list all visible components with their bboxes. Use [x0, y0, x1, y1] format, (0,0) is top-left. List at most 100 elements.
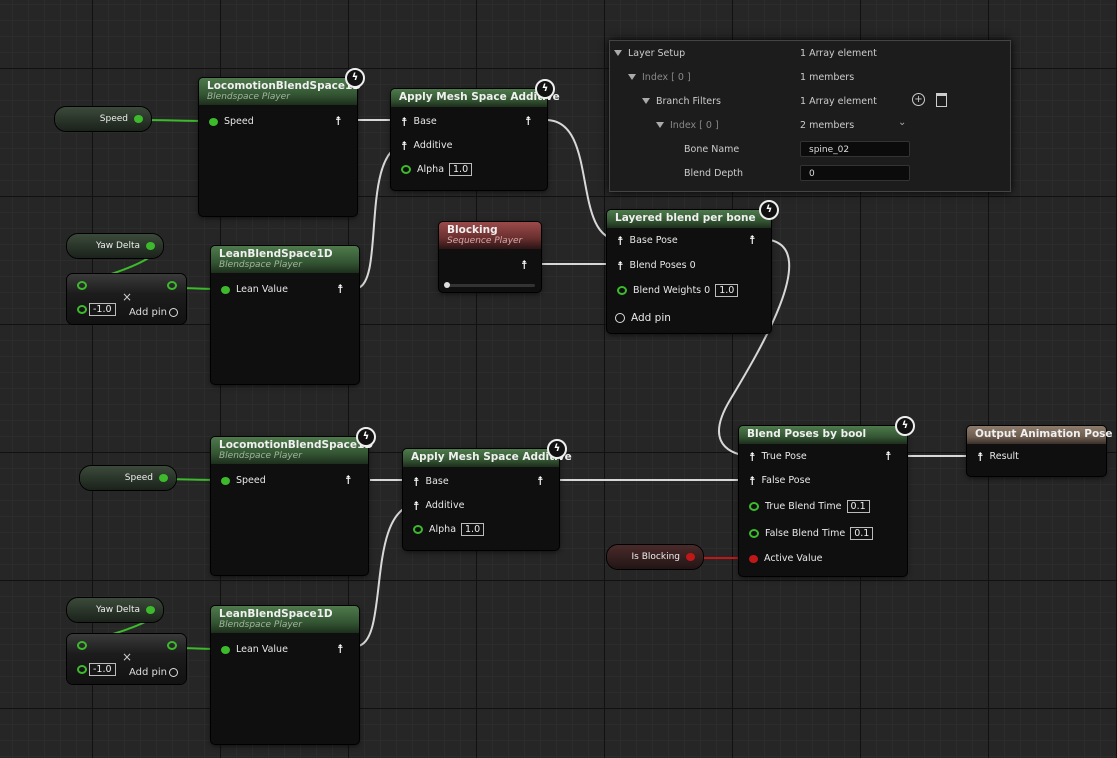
- float-pin-icon[interactable]: [159, 474, 168, 482]
- alpha-value-box[interactable]: 1.0: [449, 163, 473, 176]
- float-pin-icon[interactable]: [617, 286, 627, 295]
- pose-input-pin-icon[interactable]: ☨: [749, 475, 756, 487]
- float-pin-icon[interactable]: [209, 117, 218, 126]
- pose-output-pin-icon[interactable]: ☨: [525, 115, 532, 127]
- node-subtitle: Blendspace Player: [219, 260, 302, 270]
- lean-blendspace-node-2[interactable]: LeanBlendSpace1D Blendspace Player Lean V…: [211, 606, 359, 744]
- add-pin-icon[interactable]: [615, 313, 625, 323]
- input-pin-icon[interactable]: [77, 305, 87, 314]
- node-title: LeanBlendSpace1D: [219, 248, 333, 260]
- yaw-delta-variable-node[interactable]: Yaw Delta: [67, 234, 163, 258]
- pose-output-pin-icon[interactable]: ☨: [345, 474, 352, 486]
- details-row-layer-setup[interactable]: Layer Setup 1 Array element: [610, 41, 1010, 65]
- expand-arrow-icon[interactable]: [628, 73, 636, 80]
- pose-output-pin-icon[interactable]: ☨: [337, 643, 344, 655]
- pose-output-pin-icon[interactable]: ☨: [885, 450, 892, 462]
- bool-pin-icon[interactable]: [749, 554, 758, 563]
- playback-handle[interactable]: [444, 282, 450, 288]
- expand-arrow-icon[interactable]: [656, 121, 664, 128]
- pose-output-pin-icon[interactable]: ☨: [537, 475, 544, 487]
- details-row-index0-nested[interactable]: Index [ 0 ] 2 members ⌄: [610, 113, 1010, 137]
- multiply-node[interactable]: × -1.0 Add pin: [67, 274, 186, 324]
- input-pin-icon[interactable]: [77, 641, 87, 650]
- details-row-index0[interactable]: Index [ 0 ] 1 members: [610, 65, 1010, 89]
- pose-output-pin-icon[interactable]: ☨: [749, 234, 756, 246]
- close-x-icon[interactable]: ×: [122, 290, 132, 304]
- output-animation-pose-node[interactable]: Output Animation Pose ☨ Result: [967, 426, 1113, 476]
- add-pin-icon[interactable]: [169, 308, 178, 317]
- bool-pin-icon[interactable]: [686, 553, 695, 561]
- locomotion-blendspace-node[interactable]: LocomotionBlendSpace1D Blendspace Player …: [199, 68, 365, 216]
- pose-input-pin-icon[interactable]: ☨: [413, 500, 420, 512]
- expand-arrow-icon[interactable]: [642, 97, 650, 104]
- node-subtitle: Blendspace Player: [207, 92, 290, 102]
- lean-blendspace-node[interactable]: LeanBlendSpace1D Blendspace Player Lean V…: [211, 246, 359, 384]
- details-row-branch-filters[interactable]: Branch Filters 1 Array element +: [610, 89, 1010, 113]
- blocking-sequence-player-node[interactable]: Blocking Sequence Player ☨: [439, 222, 541, 292]
- true-blend-time-label: True Blend Time: [765, 501, 842, 512]
- false-blend-time-box[interactable]: 0.1: [850, 527, 874, 540]
- blend-poses-by-bool-node[interactable]: Blend Poses by bool ϟ ☨ True Pose ☨ ☨ Fals…: [739, 416, 915, 576]
- add-element-icon[interactable]: +: [912, 93, 925, 106]
- pose-output-pin-icon[interactable]: ☨: [337, 283, 344, 295]
- float-pin-icon[interactable]: [146, 242, 155, 250]
- multiply-value-box[interactable]: -1.0: [89, 663, 116, 676]
- float-pin-icon[interactable]: [146, 606, 155, 614]
- close-x-icon[interactable]: ×: [122, 650, 132, 664]
- pose-input-pin-icon[interactable]: ☨: [749, 451, 756, 463]
- is-blocking-variable-node[interactable]: Is Blocking: [607, 545, 703, 569]
- add-pin-label[interactable]: Add pin: [129, 307, 167, 318]
- expand-arrow-icon[interactable]: [614, 49, 622, 56]
- blend-depth-label: Blend Depth: [684, 167, 744, 179]
- node-subtitle: Blendspace Player: [219, 451, 302, 461]
- apply-mesh-space-additive-node-2[interactable]: Apply Mesh Space Additive ϟ ☨ Base ☨ ☨ Add…: [403, 439, 572, 550]
- speed-variable-node[interactable]: Speed: [55, 107, 151, 131]
- pose-output-pin-icon[interactable]: ☨: [335, 115, 342, 127]
- add-pin-icon[interactable]: [169, 668, 178, 677]
- multiply-node-2[interactable]: × -1.0 Add pin: [67, 634, 186, 684]
- bone-name-input[interactable]: spine_02: [800, 141, 910, 157]
- pose-input-pin-icon[interactable]: ☨: [617, 260, 624, 272]
- var-label: Is Blocking: [631, 552, 680, 562]
- node-title: Apply Mesh Space Additive: [411, 451, 572, 463]
- alpha-value-box[interactable]: 1.0: [461, 523, 485, 536]
- multiply-value-box[interactable]: -1.0: [89, 303, 116, 316]
- input-pin-icon[interactable]: [77, 281, 87, 290]
- add-pin-label[interactable]: Add pin: [631, 312, 671, 324]
- float-pin-icon[interactable]: [221, 285, 230, 294]
- pose-output-pin-icon[interactable]: ☨: [521, 259, 528, 271]
- fast-path-bolt-icon: ϟ: [759, 200, 779, 220]
- float-pin-icon[interactable]: [221, 476, 230, 485]
- yaw-delta-variable-node-2[interactable]: Yaw Delta: [67, 598, 163, 622]
- blend-weights-value-box[interactable]: 1.0: [715, 284, 739, 297]
- float-pin-icon[interactable]: [221, 645, 230, 654]
- float-pin-icon[interactable]: [749, 502, 759, 511]
- pose-input-pin-icon[interactable]: ☨: [401, 116, 408, 128]
- blend-depth-input[interactable]: 0: [800, 165, 910, 181]
- lean-value-pin-label: Lean Value: [236, 644, 288, 655]
- true-blend-time-box[interactable]: 0.1: [846, 500, 870, 513]
- input-pin-icon[interactable]: [77, 665, 87, 674]
- branch-filters-value: 1 Array element: [800, 95, 877, 107]
- output-pin-icon[interactable]: [167, 281, 177, 290]
- var-label: Speed: [99, 114, 128, 124]
- pose-input-pin-icon[interactable]: ☨: [617, 235, 624, 247]
- pose-input-pin-icon[interactable]: ☨: [413, 476, 420, 488]
- add-pin-label[interactable]: Add pin: [129, 667, 167, 678]
- locomotion-blendspace-node-2[interactable]: LocomotionBlendSpace1D Blendspace Player …: [211, 427, 376, 575]
- layered-blend-per-bone-node[interactable]: Layered blend per bone ϟ ☨ Base Pose ☨ ☨ B…: [607, 200, 779, 333]
- apply-mesh-space-additive-node[interactable]: Apply Mesh Space Additive ϟ ☨ Base ☨ ☨ Add…: [391, 79, 560, 190]
- node-title: Output Animation Pose: [975, 428, 1113, 440]
- speed-variable-node-2[interactable]: Speed: [80, 466, 176, 490]
- pose-input-pin-icon[interactable]: ☨: [401, 140, 408, 152]
- chevron-down-icon[interactable]: ⌄: [898, 117, 906, 128]
- float-pin-icon[interactable]: [134, 115, 143, 123]
- output-pin-icon[interactable]: [167, 641, 177, 650]
- node-title: LeanBlendSpace1D: [219, 608, 333, 620]
- float-pin-icon[interactable]: [749, 529, 759, 538]
- fast-path-bolt-icon: ϟ: [895, 416, 915, 436]
- delete-trash-icon[interactable]: [936, 93, 947, 107]
- float-pin-icon[interactable]: [401, 165, 411, 174]
- float-pin-icon[interactable]: [413, 525, 423, 534]
- pose-input-pin-icon[interactable]: ☨: [977, 451, 984, 463]
